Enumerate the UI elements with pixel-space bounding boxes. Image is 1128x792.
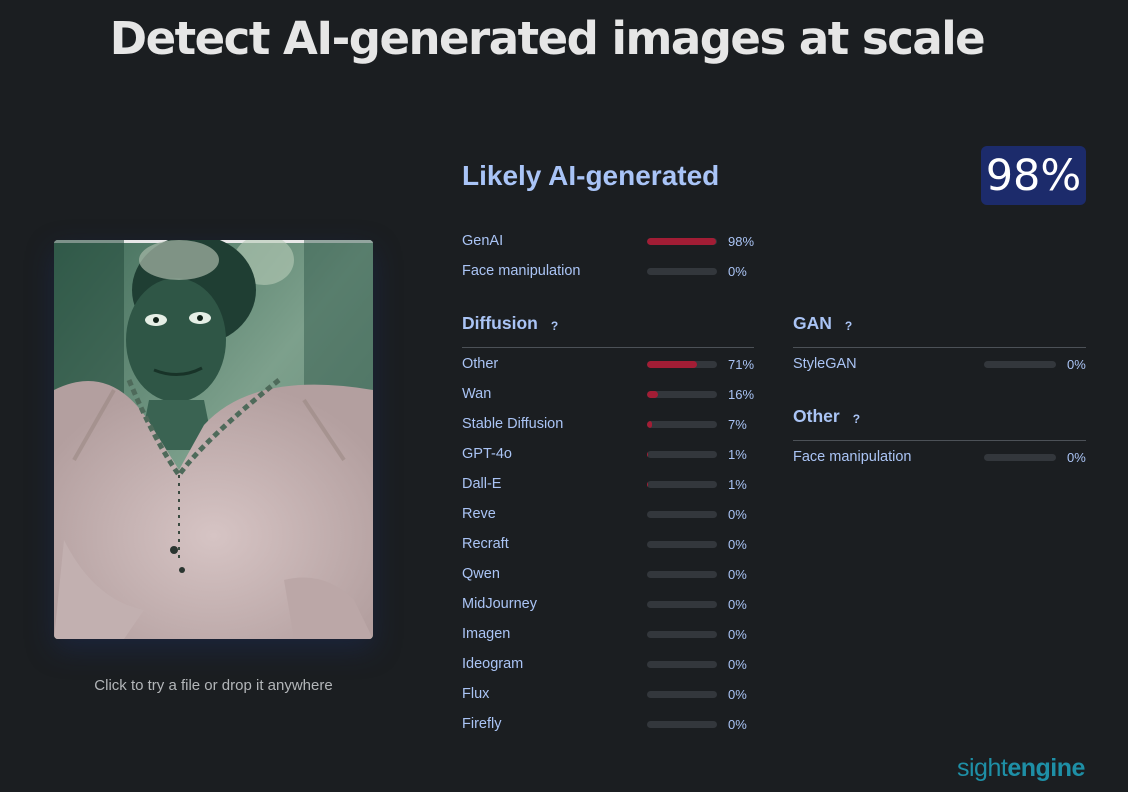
drop-hint[interactable]: Click to try a file or drop it anywhere: [54, 677, 373, 694]
row-percent: 0%: [728, 263, 747, 279]
row-label: Wan: [462, 386, 492, 402]
diffusion-row-stable-diffusion: Stable Diffusion 7%: [462, 414, 747, 434]
page-title: Detect AI-generated images at scale: [109, 12, 986, 65]
diffusion-row-midjourney: MidJourney 0%: [462, 594, 747, 614]
row-label: Face manipulation: [462, 263, 581, 279]
row-percent: 0%: [728, 656, 747, 672]
diffusion-row-other: Other 71%: [462, 354, 754, 374]
row-label: Recraft: [462, 536, 509, 552]
diffusion-row-dall-e: Dall-E 1%: [462, 474, 747, 494]
score-bar: [647, 390, 717, 398]
section-header-gan: GAN ?: [793, 313, 1086, 348]
help-icon[interactable]: ?: [853, 412, 860, 426]
score-bar: [647, 267, 717, 275]
uploaded-image[interactable]: [54, 240, 373, 639]
row-label: StyleGAN: [793, 356, 857, 372]
row-percent: 1%: [728, 476, 747, 492]
score-bar-fill: [647, 390, 659, 398]
row-percent: 0%: [1067, 356, 1086, 372]
diffusion-row-recraft: Recraft 0%: [462, 534, 747, 554]
score-bar: [647, 720, 717, 728]
row-label: Other: [462, 356, 499, 372]
diffusion-row-ideogram: Ideogram 0%: [462, 654, 747, 674]
sightengine-logo[interactable]: sightengine: [957, 754, 1085, 783]
brand-part1: sight: [957, 754, 1008, 782]
summary-row-face-manipulation: Face manipulation 0%: [462, 261, 747, 281]
score-bar-fill: [647, 450, 648, 458]
diffusion-row-qwen: Qwen 0%: [462, 564, 747, 584]
row-label: Reve: [462, 506, 496, 522]
section-header-diffusion: Diffusion ?: [462, 313, 754, 348]
row-percent: 0%: [728, 536, 747, 552]
diffusion-row-reve: Reve 0%: [462, 504, 747, 524]
diffusion-row-imagen: Imagen 0%: [462, 624, 747, 644]
score-bar: [647, 660, 717, 668]
score-bar-fill: [647, 360, 697, 368]
row-label: Qwen: [462, 566, 500, 582]
help-icon[interactable]: ?: [845, 319, 852, 333]
score-bar: [647, 570, 717, 578]
row-percent: 0%: [728, 506, 747, 522]
row-percent: 1%: [728, 446, 747, 462]
score-bar: [647, 360, 717, 368]
score-bar: [984, 453, 1056, 461]
score-bar-fill: [647, 480, 648, 488]
row-label: GenAI: [462, 233, 504, 249]
row-label: Ideogram: [462, 656, 524, 672]
row-label: MidJourney: [462, 596, 537, 612]
score-bar: [647, 510, 717, 518]
score-bar: [647, 690, 717, 698]
score-bar-fill: [647, 237, 716, 245]
diffusion-row-wan: Wan 16%: [462, 384, 754, 404]
verdict-title: Likely AI-generated: [462, 160, 720, 191]
diffusion-row-gpt-4o: GPT-4o 1%: [462, 444, 747, 464]
section-header-other: Other ?: [793, 406, 1086, 441]
diffusion-row-flux: Flux 0%: [462, 684, 747, 704]
row-percent: 0%: [728, 566, 747, 582]
section-title: GAN: [793, 313, 832, 333]
other-row-face-manipulation: Face manipulation 0%: [793, 447, 1086, 467]
score-bar: [647, 540, 717, 548]
brand-part2: engine: [1007, 754, 1085, 782]
score-bar: [647, 480, 717, 488]
gan-row-stylegan: StyleGAN 0%: [793, 354, 1086, 374]
score-bar: [647, 450, 717, 458]
row-percent: 0%: [1067, 449, 1086, 465]
row-label: Stable Diffusion: [462, 416, 564, 432]
row-label: Flux: [462, 686, 490, 702]
row-percent: 0%: [728, 596, 747, 612]
section-title: Diffusion: [462, 313, 538, 333]
score-badge: 98%: [981, 146, 1086, 205]
score-bar: [647, 237, 717, 245]
section-title: Other: [793, 406, 840, 426]
row-percent: 71%: [728, 356, 755, 372]
row-label: GPT-4o: [462, 446, 512, 462]
score-bar-fill: [647, 420, 652, 428]
score-bar: [647, 630, 717, 638]
row-percent: 0%: [728, 626, 747, 642]
row-label: Imagen: [462, 626, 511, 642]
row-label: Dall-E: [462, 476, 502, 492]
row-percent: 0%: [728, 686, 747, 702]
score-bar: [984, 360, 1056, 368]
row-label: Face manipulation: [793, 449, 912, 465]
score-bar: [647, 600, 717, 608]
uploaded-image-picture: [54, 240, 373, 639]
row-percent: 16%: [728, 386, 755, 402]
row-percent: 7%: [728, 416, 747, 432]
summary-row-genai: GenAI 98%: [462, 231, 754, 251]
row-percent: 0%: [728, 716, 747, 732]
diffusion-row-firefly: Firefly 0%: [462, 714, 747, 734]
row-label: Firefly: [462, 716, 502, 732]
score-bar: [647, 420, 717, 428]
row-percent: 98%: [728, 233, 755, 249]
help-icon[interactable]: ?: [551, 319, 558, 333]
